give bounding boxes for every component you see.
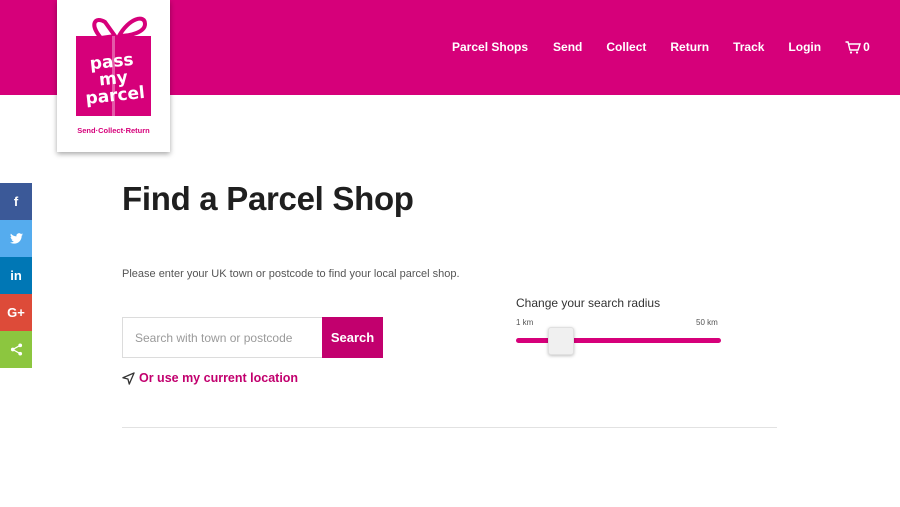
- intro-text: Please enter your UK town or postcode to…: [122, 268, 460, 280]
- nav-parcel-shops[interactable]: Parcel Shops: [452, 40, 528, 54]
- google-plus-share-button[interactable]: G+: [0, 294, 32, 331]
- cart-icon: [845, 40, 862, 54]
- share-button[interactable]: [0, 331, 32, 368]
- radius-slider-track[interactable]: [516, 338, 721, 343]
- logo-wordmark: pass my parcel: [74, 50, 154, 109]
- logo-box: pass my parcel: [76, 36, 151, 116]
- twitter-bird-icon: [9, 233, 23, 244]
- nav-collect[interactable]: Collect: [606, 40, 646, 54]
- radius-label: Change your search radius: [516, 296, 661, 310]
- nav-track[interactable]: Track: [733, 40, 764, 54]
- search-form: Search: [122, 317, 383, 358]
- brand-logo[interactable]: pass my parcel Send·Collect·Return: [57, 0, 170, 152]
- linkedin-share-button[interactable]: in: [0, 257, 32, 294]
- radius-slider-handle[interactable]: [548, 327, 574, 355]
- linkedin-icon: in: [10, 268, 22, 283]
- current-location-link[interactable]: Or use my current location: [122, 371, 298, 385]
- main-nav: Parcel Shops Send Collect Return Track L…: [452, 40, 870, 54]
- radius-max-label: 50 km: [696, 318, 718, 327]
- cart-button[interactable]: 0: [845, 40, 870, 54]
- section-divider: [122, 427, 777, 428]
- share-icon: [10, 343, 22, 356]
- cart-count: 0: [863, 40, 870, 54]
- facebook-icon: f: [13, 194, 19, 209]
- google-plus-icon: G+: [7, 305, 25, 320]
- location-arrow-icon: [122, 371, 135, 385]
- logo-tagline: Send·Collect·Return: [77, 126, 150, 135]
- social-share-bar: f in G+: [0, 183, 32, 368]
- twitter-share-button[interactable]: [0, 220, 32, 257]
- nav-return[interactable]: Return: [670, 40, 709, 54]
- nav-login[interactable]: Login: [788, 40, 821, 54]
- current-location-label: Or use my current location: [139, 371, 299, 385]
- search-button[interactable]: Search: [322, 317, 383, 358]
- facebook-share-button[interactable]: f: [0, 183, 32, 220]
- nav-send[interactable]: Send: [553, 40, 582, 54]
- page-title: Find a Parcel Shop: [122, 180, 414, 217]
- logo-line: parcel: [84, 82, 146, 109]
- search-input[interactable]: [122, 317, 322, 358]
- radius-min-label: 1 km: [516, 318, 534, 327]
